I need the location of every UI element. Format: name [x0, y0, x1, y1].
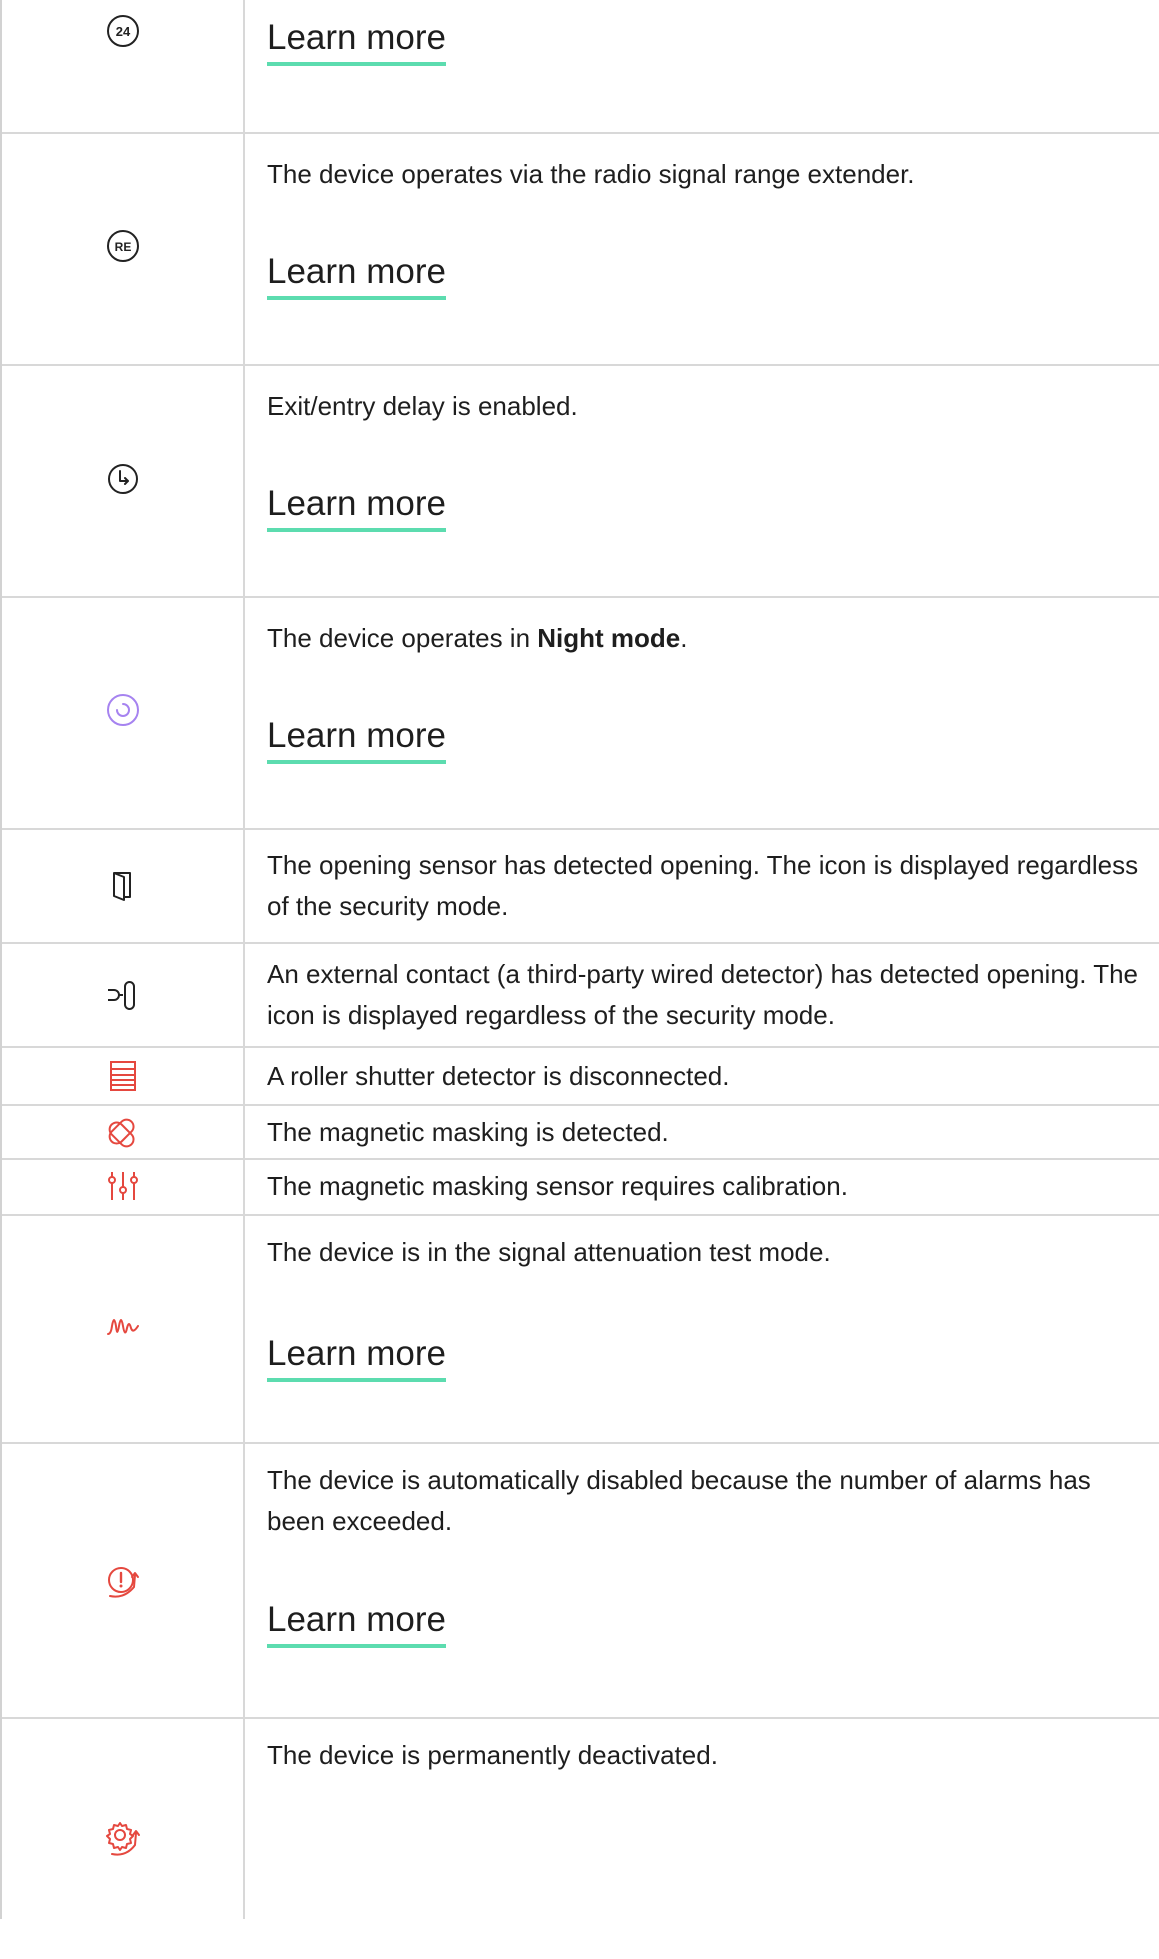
- row-description: The device operates in Night mode.: [267, 618, 1141, 659]
- text-cell: The device is in the signal attenuation …: [245, 1216, 1159, 1442]
- table-row: 24 Learn more: [2, 0, 1159, 134]
- gear-disabled-icon: [2, 1819, 243, 1857]
- night-mode-icon: [2, 692, 243, 728]
- learn-more-link[interactable]: Learn more: [267, 1332, 446, 1382]
- icon-cell: [2, 1444, 245, 1717]
- icon-cell: [2, 1719, 245, 1919]
- text-cell: Learn more: [245, 0, 1159, 132]
- text-cell: The device operates in Night mode. Learn…: [245, 598, 1159, 828]
- learn-more-link[interactable]: Learn more: [267, 1598, 446, 1648]
- learn-more-link[interactable]: Learn more: [267, 250, 446, 300]
- icon-cell: [2, 1160, 245, 1214]
- magnetic-masking-icon: [2, 1116, 243, 1150]
- circled-re-icon: RE: [2, 229, 243, 263]
- icon-cell: [2, 1216, 245, 1442]
- row-description: The device operates via the radio signal…: [267, 159, 915, 189]
- table-row: The device is permanently deactivated.: [2, 1719, 1159, 1919]
- row-description: The device is in the signal attenuation …: [267, 1237, 831, 1267]
- table-row: Exit/entry delay is enabled. Learn more: [2, 366, 1159, 598]
- row-description: The device is permanently deactivated.: [267, 1740, 718, 1770]
- description-text: .: [680, 623, 688, 653]
- status-icons-table: 24 Learn more RE The device operates via…: [0, 0, 1159, 1919]
- night-mode-label: Night mode: [537, 623, 681, 653]
- alarm-disabled-icon: [2, 1563, 243, 1601]
- row-description: The opening sensor has detected opening.…: [267, 850, 1139, 921]
- text-cell: The device operates via the radio signal…: [245, 134, 1159, 364]
- roller-shutter-icon: [2, 1060, 243, 1092]
- table-row: RE The device operates via the radio sig…: [2, 134, 1159, 366]
- icon-cell: [2, 1106, 245, 1158]
- icon-cell: [2, 944, 245, 1046]
- row-description: The magnetic masking is detected.: [267, 1117, 669, 1147]
- table-row: The device is in the signal attenuation …: [2, 1216, 1159, 1444]
- clock-arrow-icon: [2, 462, 243, 496]
- text-cell: The opening sensor has detected opening.…: [245, 830, 1159, 942]
- table-row: An external contact (a third-party wired…: [2, 944, 1159, 1048]
- table-row: The device is automatically disabled bec…: [2, 1444, 1159, 1719]
- table-row: The opening sensor has detected opening.…: [2, 830, 1159, 944]
- icon-cell: [2, 598, 245, 828]
- icon-cell: RE: [2, 134, 245, 364]
- icon-cell: [2, 366, 245, 596]
- row-description: An external contact (a third-party wired…: [267, 959, 1139, 1030]
- svg-text:RE: RE: [114, 240, 131, 254]
- text-cell: The device is automatically disabled bec…: [245, 1444, 1159, 1717]
- learn-more-link[interactable]: Learn more: [267, 482, 446, 532]
- table-row: The magnetic masking is detected.: [2, 1106, 1159, 1160]
- row-description: A roller shutter detector is disconnecte…: [267, 1061, 730, 1091]
- icon-cell: [2, 830, 245, 942]
- learn-more-link[interactable]: Learn more: [267, 714, 446, 764]
- svg-text:24: 24: [115, 24, 130, 39]
- text-cell: The device is permanently deactivated.: [245, 1719, 1159, 1919]
- learn-more-link[interactable]: Learn more: [267, 16, 446, 66]
- external-contact-icon: [2, 978, 243, 1012]
- table-row: The magnetic masking sensor requires cal…: [2, 1160, 1159, 1216]
- text-cell: The magnetic masking sensor requires cal…: [245, 1160, 1159, 1214]
- table-row: A roller shutter detector is disconnecte…: [2, 1048, 1159, 1106]
- icon-cell: 24: [2, 0, 245, 132]
- signal-wave-icon: [2, 1312, 243, 1340]
- open-door-icon: [2, 869, 243, 901]
- circled-24-icon: 24: [2, 14, 243, 48]
- icon-cell: [2, 1048, 245, 1104]
- table-row: The device operates in Night mode. Learn…: [2, 598, 1159, 830]
- row-description: Exit/entry delay is enabled.: [267, 391, 578, 421]
- text-cell: An external contact (a third-party wired…: [245, 944, 1159, 1046]
- text-cell: Exit/entry delay is enabled. Learn more: [245, 366, 1159, 596]
- row-description: The magnetic masking sensor requires cal…: [267, 1171, 848, 1201]
- text-cell: A roller shutter detector is disconnecte…: [245, 1048, 1159, 1104]
- description-text: The device operates in: [267, 623, 538, 653]
- calibration-sliders-icon: [2, 1170, 243, 1202]
- text-cell: The magnetic masking is detected.: [245, 1106, 1159, 1158]
- row-description: The device is automatically disabled bec…: [267, 1465, 1091, 1536]
